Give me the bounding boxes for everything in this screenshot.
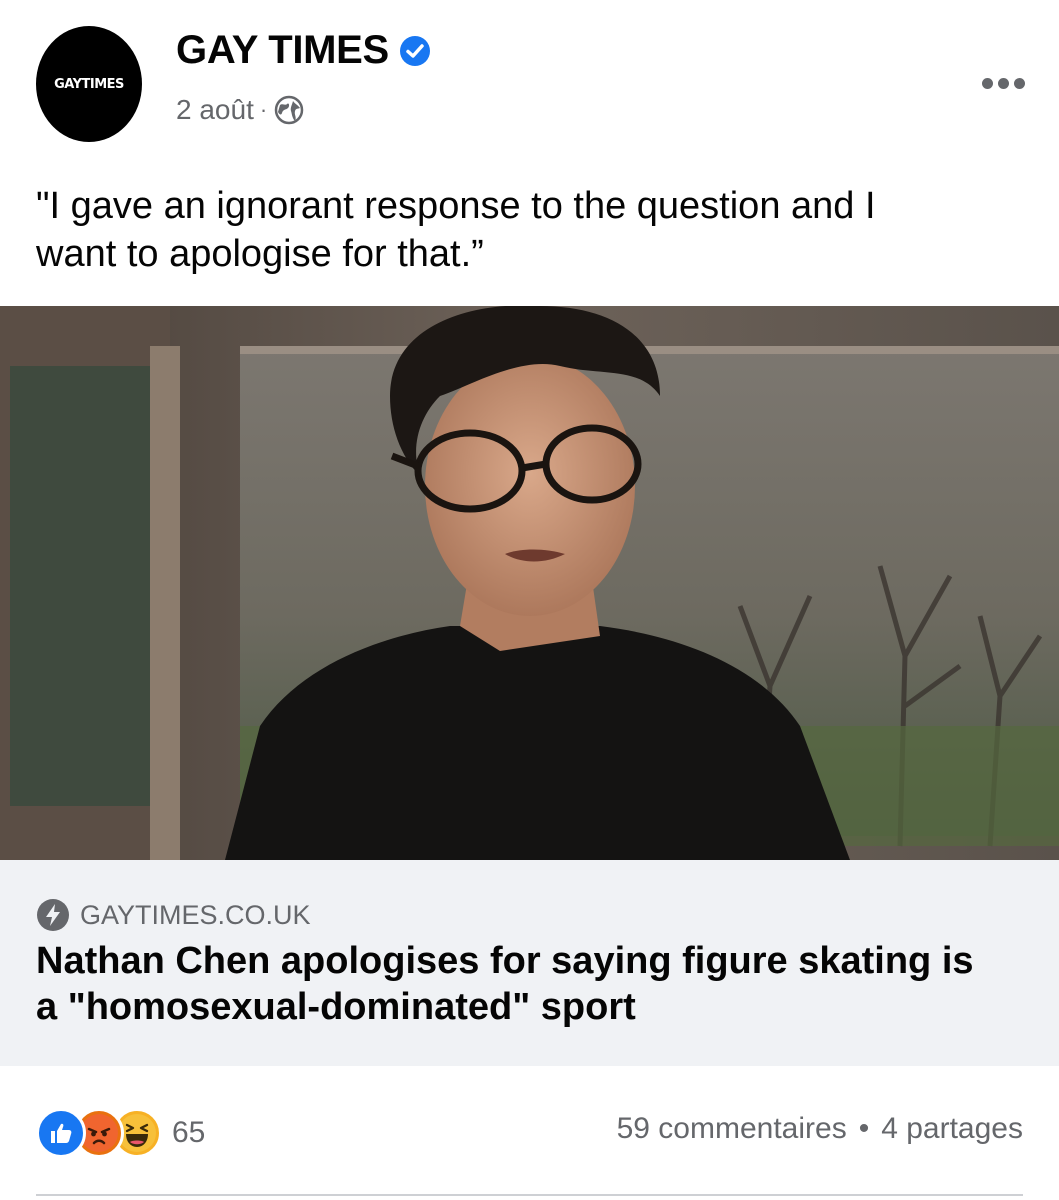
globe-icon	[274, 95, 304, 125]
link-headline[interactable]: Nathan Chen apologises for saying figure…	[36, 938, 1026, 1030]
more-options-button[interactable]	[982, 78, 1025, 89]
more-dot-icon	[998, 78, 1009, 89]
post-date[interactable]: 2 août	[176, 94, 254, 126]
reactions-summary[interactable]: 65	[36, 1108, 205, 1158]
verified-badge-icon	[399, 35, 430, 66]
comments-count-link[interactable]: 59 commentaires	[617, 1112, 847, 1146]
like-reaction-icon	[36, 1108, 86, 1158]
post-meta: 2 août ·	[176, 94, 305, 126]
headline-line: a "homosexual-dominated" sport	[36, 986, 636, 1028]
post-caption: "I gave an ignorant response to the ques…	[36, 182, 1016, 278]
like-icon	[51, 1123, 72, 1143]
more-dot-icon	[982, 78, 993, 89]
engagement-stats: 59 commentaires • 4 partages	[617, 1112, 1023, 1146]
post-image-illustration	[0, 306, 1059, 860]
link-domain-row: GAYTIMES.CO.UK	[36, 898, 311, 932]
stats-separator: •	[858, 1112, 870, 1145]
more-dot-icon	[1014, 78, 1025, 89]
caption-line: want to apologise for that.”	[36, 233, 484, 275]
reaction-count: 65	[172, 1116, 206, 1149]
shares-count-link[interactable]: 4 partages	[881, 1112, 1023, 1146]
avatar-logo-text: GAYTIMES	[54, 76, 124, 92]
page-name-row: GAY TIMES	[176, 28, 431, 73]
facebook-post: GAYTIMES GAY TIMES 2 août · "I gave an i…	[0, 0, 1059, 1200]
page-avatar[interactable]: GAYTIMES	[36, 26, 142, 142]
post-image[interactable]	[0, 306, 1059, 860]
headline-line: Nathan Chen apologises for saying figure…	[36, 940, 974, 982]
page-name-link[interactable]: GAY TIMES	[176, 28, 389, 73]
caption-line: "I gave an ignorant response to the ques…	[36, 185, 876, 227]
link-domain: GAYTIMES.CO.UK	[80, 899, 311, 930]
instant-article-bolt-icon	[37, 899, 69, 931]
link-preview[interactable]: GAYTIMES.CO.UK Nathan Chen apologises fo…	[0, 860, 1059, 1066]
divider	[36, 1194, 1023, 1196]
meta-separator: ·	[259, 97, 268, 122]
